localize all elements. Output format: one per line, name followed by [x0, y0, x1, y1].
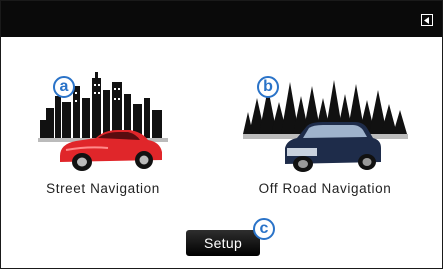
- marker-a-badge: a: [53, 76, 75, 98]
- top-bar: [1, 1, 442, 37]
- street-navigation-label: Street Navigation: [46, 181, 160, 196]
- back-arrow-icon: [424, 16, 429, 24]
- marker-b-badge: b: [257, 76, 279, 98]
- setup-button[interactable]: Setup: [186, 230, 260, 256]
- marker-c-badge: c: [253, 218, 275, 240]
- back-button[interactable]: [421, 14, 433, 26]
- off-road-navigation-label: Off Road Navigation: [258, 181, 392, 196]
